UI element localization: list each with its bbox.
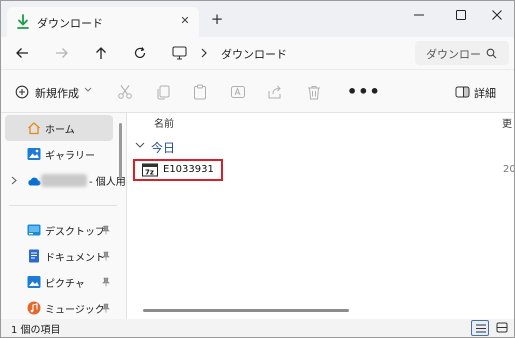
svg-text:7z: 7z (145, 169, 154, 177)
arrow-left-icon (16, 48, 28, 58)
music-icon (27, 301, 41, 315)
close-icon (492, 10, 502, 20)
redacted-account-name (41, 174, 87, 187)
close-tab-icon[interactable]: ✕ (177, 13, 193, 29)
paste-button[interactable] (191, 83, 209, 101)
sidebar-item-home[interactable]: ホーム (5, 115, 113, 141)
cut-button[interactable] (116, 83, 134, 101)
details-label: 詳細 (474, 87, 496, 100)
details-pane-button[interactable]: 詳細 (453, 83, 509, 101)
address-path: ダウンロード (221, 48, 287, 61)
sidebar-item-desktop[interactable]: デスクトップ (5, 217, 113, 243)
share-button[interactable] (266, 83, 284, 101)
pictures-icon (27, 276, 41, 288)
search-input[interactable]: ダウンロー (426, 46, 481, 62)
home-icon (28, 122, 40, 135)
status-bar: 1 個の項目 (1, 319, 514, 337)
item-count: 1 個の項目 (11, 325, 61, 336)
arrow-right-icon (56, 48, 68, 58)
horizontal-scrollbar[interactable] (143, 309, 349, 312)
sidebar-scrollbar[interactable] (119, 123, 122, 179)
file-list-pane: 名前 更 今日 7z E1033931 20 (127, 113, 514, 319)
column-header-name[interactable]: 名前 (154, 115, 174, 130)
clipboard-icon (194, 84, 206, 100)
new-button[interactable]: 新規作成 (13, 82, 93, 102)
more-options-button[interactable]: ••• (347, 82, 381, 101)
maximize-icon (456, 10, 466, 20)
sidebar-divider (9, 205, 117, 206)
download-icon (17, 14, 29, 29)
plus-circle-icon (15, 85, 29, 99)
search-box[interactable]: ダウンロー (415, 41, 509, 65)
tab-downloads[interactable]: ダウンロード ✕ (7, 7, 199, 37)
column-header-date[interactable]: 更 (502, 115, 512, 130)
command-bar: 新規作成 ••• 詳細 (1, 69, 514, 113)
sidebar-item-label: デスクトップ (45, 227, 105, 238)
sidebar-item-label: ホーム (45, 125, 75, 136)
chevron-down-icon (135, 142, 145, 148)
gallery-icon (27, 148, 41, 160)
sidebar-item-label: ミュージック (45, 305, 105, 316)
chevron-right-icon (201, 48, 207, 58)
pin-icon[interactable] (102, 303, 110, 313)
trash-icon (308, 86, 320, 100)
cloud-icon (28, 177, 41, 186)
refresh-button[interactable] (129, 43, 151, 63)
back-button[interactable] (11, 43, 33, 63)
explorer-window: ダウンロード ✕ + ダウンロード ダウンロー 新規作成 ••• 詳細 ホーム … (0, 0, 515, 338)
sidebar-item-documents[interactable]: ドキュメント (5, 243, 113, 269)
address-bar[interactable]: ダウンロード (164, 41, 408, 65)
refresh-icon (134, 47, 146, 59)
minimize-button[interactable] (399, 1, 437, 31)
pin-icon[interactable] (102, 225, 110, 235)
desktop-icon (27, 224, 41, 236)
new-button-label: 新規作成 (35, 87, 79, 100)
group-header-today[interactable]: 今日 (133, 138, 213, 155)
close-window-button[interactable] (477, 1, 514, 31)
tiles-view-icon (496, 322, 508, 333)
tab-title: ダウンロード (37, 17, 103, 30)
sidebar-item-label: ギャラリー (45, 151, 95, 162)
pin-icon[interactable] (102, 277, 110, 287)
sidebar-item-music[interactable]: ミュージック (5, 295, 113, 321)
copy-icon (157, 85, 170, 100)
title-bar: ダウンロード ✕ + (1, 1, 514, 37)
search-icon (486, 48, 497, 59)
forward-button[interactable] (51, 43, 73, 63)
details-view-button[interactable] (471, 320, 489, 336)
tiles-view-button[interactable] (493, 320, 511, 336)
document-icon (29, 249, 39, 263)
share-icon (268, 85, 281, 99)
rename-icon (231, 86, 245, 98)
details-pane-icon (455, 86, 470, 98)
up-button[interactable] (90, 43, 112, 63)
navigation-pane: ホーム ギャラリー - 個人用 デスクトップ ドキュメント ピクチャ ミュージッ… (1, 113, 126, 319)
sidebar-item-pictures[interactable]: ピクチャ (5, 269, 113, 295)
sidebar-item-gallery[interactable]: ギャラリー (5, 141, 113, 167)
pin-icon[interactable] (102, 251, 110, 261)
sidebar-item-onedrive[interactable]: - 個人用 (5, 167, 126, 193)
archive-file-icon: 7z (142, 163, 158, 177)
group-label: 今日 (151, 141, 176, 155)
file-date-modified: 20 (503, 164, 515, 175)
minimize-icon (414, 14, 424, 16)
list-view-icon (476, 324, 486, 333)
copy-button[interactable] (154, 83, 172, 101)
maximize-button[interactable] (441, 1, 479, 31)
sidebar-item-label: ピクチャ (45, 279, 85, 290)
chevron-right-icon[interactable] (11, 176, 17, 185)
new-tab-button[interactable]: + (209, 11, 225, 27)
navigation-bar: ダウンロード ダウンロー (1, 37, 514, 69)
scissors-icon (118, 85, 132, 99)
sidebar-item-label: ドキュメント (45, 253, 105, 264)
delete-button[interactable] (305, 83, 323, 101)
chevron-down-icon (84, 87, 92, 92)
file-item-highlighted[interactable]: 7z E1033931 (133, 159, 223, 181)
file-name: E1033931 (163, 164, 214, 175)
monitor-icon (172, 46, 187, 60)
arrow-up-icon (96, 47, 106, 59)
rename-button[interactable] (229, 83, 247, 101)
